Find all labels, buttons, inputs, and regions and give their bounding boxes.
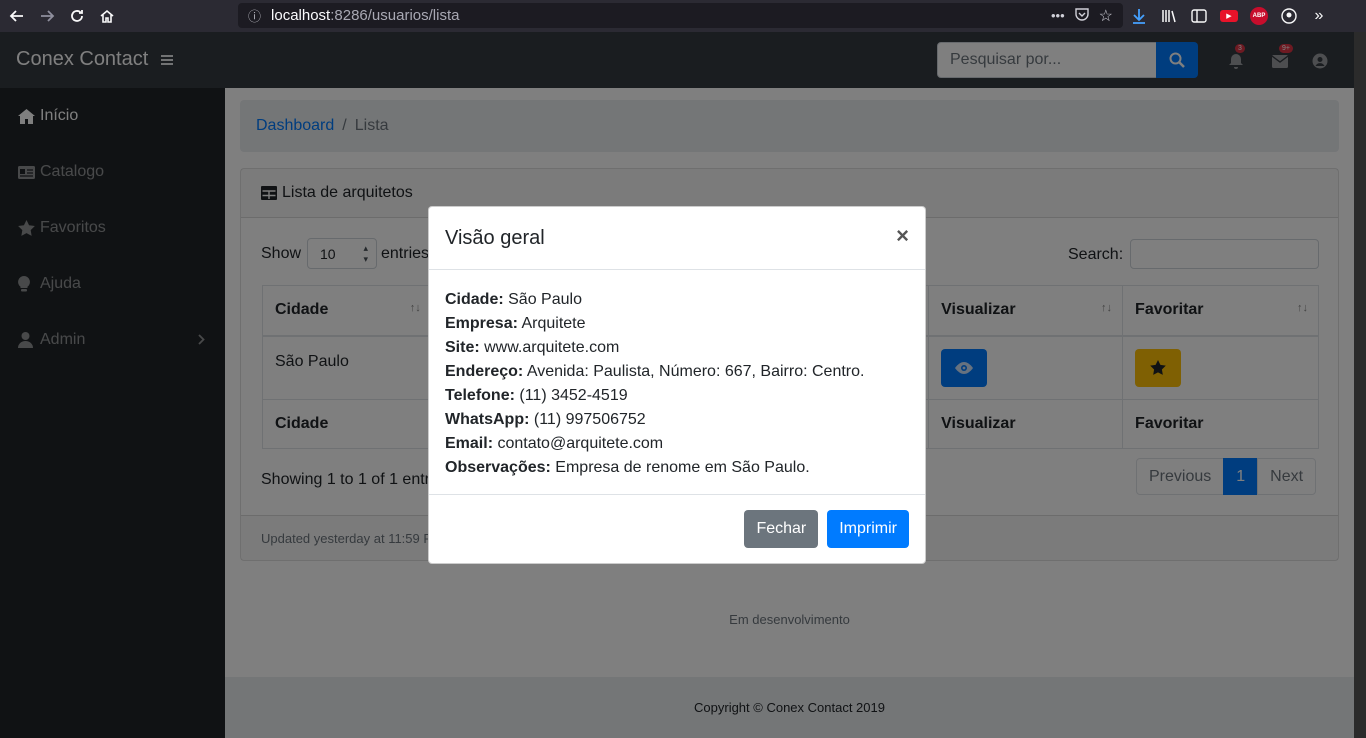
overflow-menu-icon[interactable]: »	[1308, 5, 1330, 27]
browser-toolbar: ⓘ localhost:8286/usuarios/lista ••• ☆ ▶ …	[0, 0, 1366, 32]
detail-site: Site: www.arquitete.com	[445, 339, 620, 356]
forward-icon[interactable]	[32, 1, 62, 31]
detail-email: Email: contato@arquitete.com	[445, 435, 664, 452]
overview-modal: Visão geral × Cidade: São Paulo Empresa:…	[428, 206, 926, 564]
modal-footer: Fechar Imprimir	[429, 494, 925, 563]
detail-telefone: Telefone: (11) 3452-4519	[445, 387, 628, 404]
library-icon[interactable]	[1158, 5, 1180, 27]
detail-observacoes: Observações: Empresa de renome em São Pa…	[445, 459, 810, 476]
back-icon[interactable]	[2, 1, 32, 31]
home-icon[interactable]	[92, 1, 122, 31]
reload-icon[interactable]	[62, 1, 92, 31]
page-actions-icon[interactable]: •••	[1051, 8, 1065, 23]
info-icon[interactable]: ⓘ	[248, 6, 261, 25]
bookmark-star-icon[interactable]: ☆	[1099, 6, 1113, 26]
adblock-icon[interactable]: ABP	[1248, 5, 1270, 27]
close-button[interactable]: Fechar	[744, 509, 819, 548]
download-icon[interactable]	[1128, 5, 1150, 27]
detail-whatsapp: WhatsApp: (11) 997506752	[445, 411, 646, 428]
page-scrollbar[interactable]	[1354, 32, 1366, 738]
print-button[interactable]: Imprimir	[827, 509, 909, 548]
modal-header: Visão geral ×	[429, 207, 925, 270]
close-icon[interactable]: ×	[896, 223, 909, 249]
modal-title: Visão geral	[445, 226, 545, 249]
detail-endereco: Endereço: Avenida: Paulista, Número: 667…	[445, 363, 865, 380]
pocket-icon[interactable]	[1074, 7, 1089, 24]
modal-body: Cidade: São Paulo Empresa: Arquitete Sit…	[429, 270, 925, 495]
detail-cidade: Cidade: São Paulo	[445, 291, 582, 308]
detail-empresa: Empresa: Arquitete	[445, 315, 586, 332]
sidebar-toggle-icon[interactable]	[1188, 5, 1210, 27]
url-host: localhost	[271, 7, 331, 24]
youtube-extension-icon[interactable]: ▶	[1218, 5, 1240, 27]
url-bar[interactable]: ⓘ localhost:8286/usuarios/lista ••• ☆	[238, 3, 1123, 28]
url-path: :8286/usuarios/lista	[330, 7, 460, 24]
account-icon[interactable]	[1278, 5, 1300, 27]
